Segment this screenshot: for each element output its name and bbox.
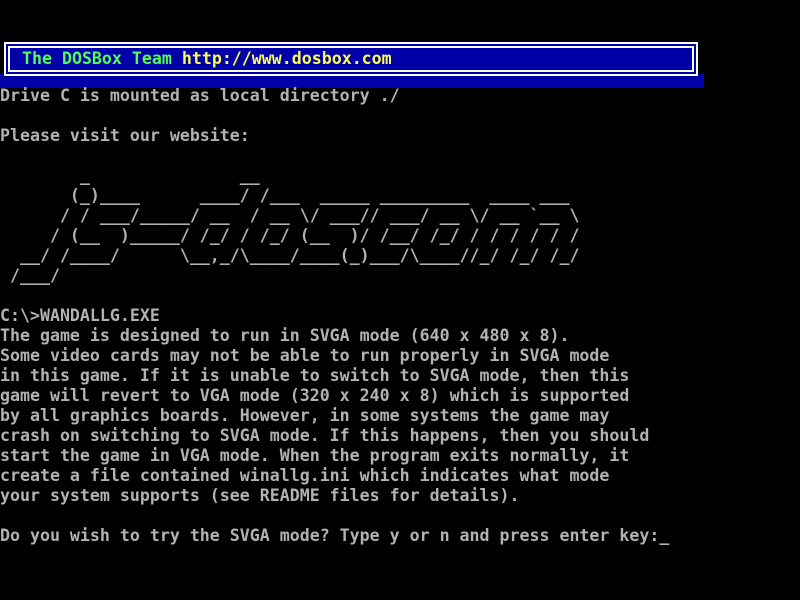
console-output: Drive C is mounted as local directory ./… <box>0 86 669 546</box>
command-prompt-line: C:\>WANDALLG.EXE <box>0 306 160 325</box>
jsdos-ascii-logo: _ __ (_)____ ____/ /___ _____ _________ … <box>0 166 579 285</box>
dos-screen: The DOSBox Team http://www.dosbox.com Dr… <box>0 0 800 600</box>
mount-message: Drive C is mounted as local directory ./ <box>0 86 400 105</box>
svga-question: Do you wish to try the SVGA mode? Type y… <box>0 526 659 545</box>
game-mode-message: The game is designed to run in SVGA mode… <box>0 326 649 505</box>
banner-url-link: http://www.dosbox.com <box>182 49 392 68</box>
text-cursor[interactable]: _ <box>659 526 669 545</box>
dosbox-banner-box: The DOSBox Team http://www.dosbox.com <box>4 42 698 76</box>
banner-team-label: The DOSBox Team <box>22 49 182 68</box>
banner-text: The DOSBox Team http://www.dosbox.com <box>10 49 392 69</box>
website-message: Please visit our website: <box>0 126 250 145</box>
